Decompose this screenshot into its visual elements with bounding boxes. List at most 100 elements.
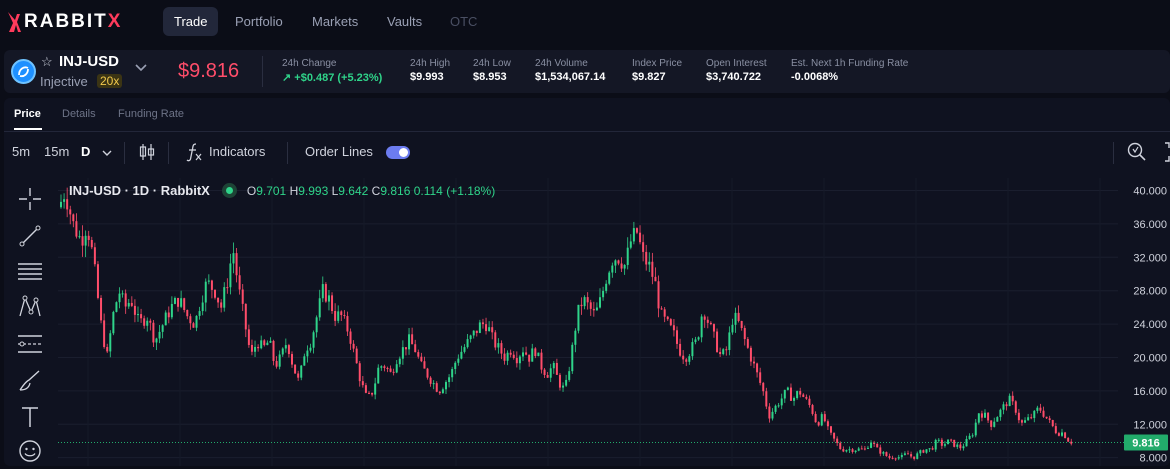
price-chart[interactable]: 40.000 36.000 32.000 28.000 24.000 20.000 16.0…: [58, 178, 1170, 466]
candle-body: [250, 344, 253, 352]
candle-body: [432, 383, 435, 385]
candle-body: [632, 228, 635, 242]
tab-otc[interactable]: OTC: [439, 7, 488, 36]
tab-portfolio[interactable]: Portfolio: [224, 7, 294, 36]
y-tick-label: 36.000: [1133, 219, 1167, 231]
legend-high: 9.993: [298, 184, 329, 198]
candle-body: [137, 314, 139, 316]
pattern-icon[interactable]: [17, 294, 43, 320]
candle-body: [278, 354, 281, 367]
candle-body: [1020, 420, 1023, 423]
candle-body: [660, 308, 663, 310]
candle-body: [623, 264, 626, 269]
candle-body: [777, 405, 780, 407]
candle-body: [993, 421, 996, 427]
candle-body: [315, 317, 318, 333]
order-lines-label: Order Lines: [305, 144, 373, 159]
market-pair[interactable]: INJ-USD: [59, 53, 119, 70]
candle-body: [999, 409, 1002, 418]
prediction-icon[interactable]: [17, 331, 43, 357]
candle-body: [423, 361, 426, 369]
candle-body: [722, 349, 725, 355]
tab-details[interactable]: Details: [62, 108, 96, 120]
candle-body: [244, 303, 247, 330]
candle-body: [269, 340, 272, 343]
stat-label: 24h High: [410, 58, 451, 69]
brush-icon[interactable]: [17, 368, 43, 394]
interval-chevron-icon[interactable]: [102, 145, 112, 160]
candle-body: [66, 199, 69, 210]
candle-body: [771, 411, 774, 419]
candle-body: [392, 371, 395, 373]
candle-body: [793, 398, 796, 401]
candle-body: [937, 439, 940, 441]
candle-body: [321, 284, 324, 299]
candle-body: [916, 453, 919, 459]
candle-body: [706, 319, 709, 323]
toolbar-divider: [287, 142, 288, 164]
tab-price[interactable]: Price: [14, 108, 41, 120]
candle-body: [907, 453, 909, 455]
candle-body: [220, 302, 223, 308]
candle-body: [127, 302, 130, 307]
stat-value: $1,534,067.14: [535, 71, 606, 83]
stat-label: Index Price: [632, 58, 683, 69]
candle-body: [876, 443, 879, 448]
indicators-button[interactable]: Indicators: [209, 144, 265, 159]
interval-15m[interactable]: 15m: [44, 144, 69, 159]
market-name: Injective: [40, 74, 88, 89]
market-select-chevron-icon[interactable]: [135, 63, 147, 75]
candle-body: [943, 444, 946, 446]
candle-body: [654, 276, 657, 282]
candle-body: [919, 450, 922, 454]
candle-body: [149, 320, 152, 323]
candle-body: [118, 293, 121, 303]
crosshair-icon[interactable]: [17, 186, 43, 212]
trendline-icon[interactable]: [17, 223, 43, 249]
candles-icon[interactable]: [139, 143, 155, 164]
candle-body: [765, 391, 768, 407]
fib-icon[interactable]: [17, 259, 43, 285]
candle-body: [522, 352, 524, 357]
text-icon[interactable]: [17, 404, 43, 430]
interval-5m[interactable]: 5m: [12, 144, 30, 159]
logo[interactable]: RABBITX: [6, 10, 122, 34]
candle-body: [885, 452, 888, 457]
candle-body: [759, 372, 762, 383]
candle-body: [940, 439, 943, 446]
candle-body: [115, 302, 118, 312]
candle-body: [210, 280, 213, 290]
emoji-icon[interactable]: [17, 438, 43, 464]
indicators-fx-icon[interactable]: [185, 142, 203, 165]
tab-vaults[interactable]: Vaults: [376, 7, 433, 36]
stat-24h-volume: 24h Volume $1,534,067.14: [535, 58, 605, 83]
zoom-search-icon[interactable]: [1126, 141, 1148, 166]
candle-body: [189, 316, 192, 324]
candle-body: [1070, 441, 1073, 444]
candle-body: [170, 303, 173, 318]
candle-body: [555, 362, 558, 375]
candle-body: [343, 315, 346, 317]
interval-d[interactable]: D: [81, 144, 90, 159]
order-lines-toggle[interactable]: [386, 146, 410, 159]
candle-body: [1002, 404, 1005, 410]
candle-body: [287, 345, 290, 355]
favorite-star-icon[interactable]: ☆: [41, 54, 53, 70]
candle-body: [177, 297, 180, 307]
candle-body: [294, 364, 297, 374]
candle-body: [155, 338, 158, 343]
candle-body: [549, 368, 552, 378]
candle-body: [143, 318, 146, 326]
candle-body: [580, 304, 583, 307]
tab-trade[interactable]: Trade: [163, 7, 219, 36]
candle-body: [546, 374, 549, 378]
candle-body: [478, 322, 481, 333]
tab-funding-rate[interactable]: Funding Rate: [118, 108, 184, 120]
stat-value: $9.827: [632, 71, 666, 83]
tab-markets[interactable]: Markets: [301, 7, 369, 36]
candle-body: [411, 334, 414, 345]
candle-body: [494, 332, 497, 348]
candle-body: [679, 343, 682, 356]
fullscreen-icon[interactable]: [1164, 142, 1170, 165]
candle-body: [602, 290, 605, 298]
